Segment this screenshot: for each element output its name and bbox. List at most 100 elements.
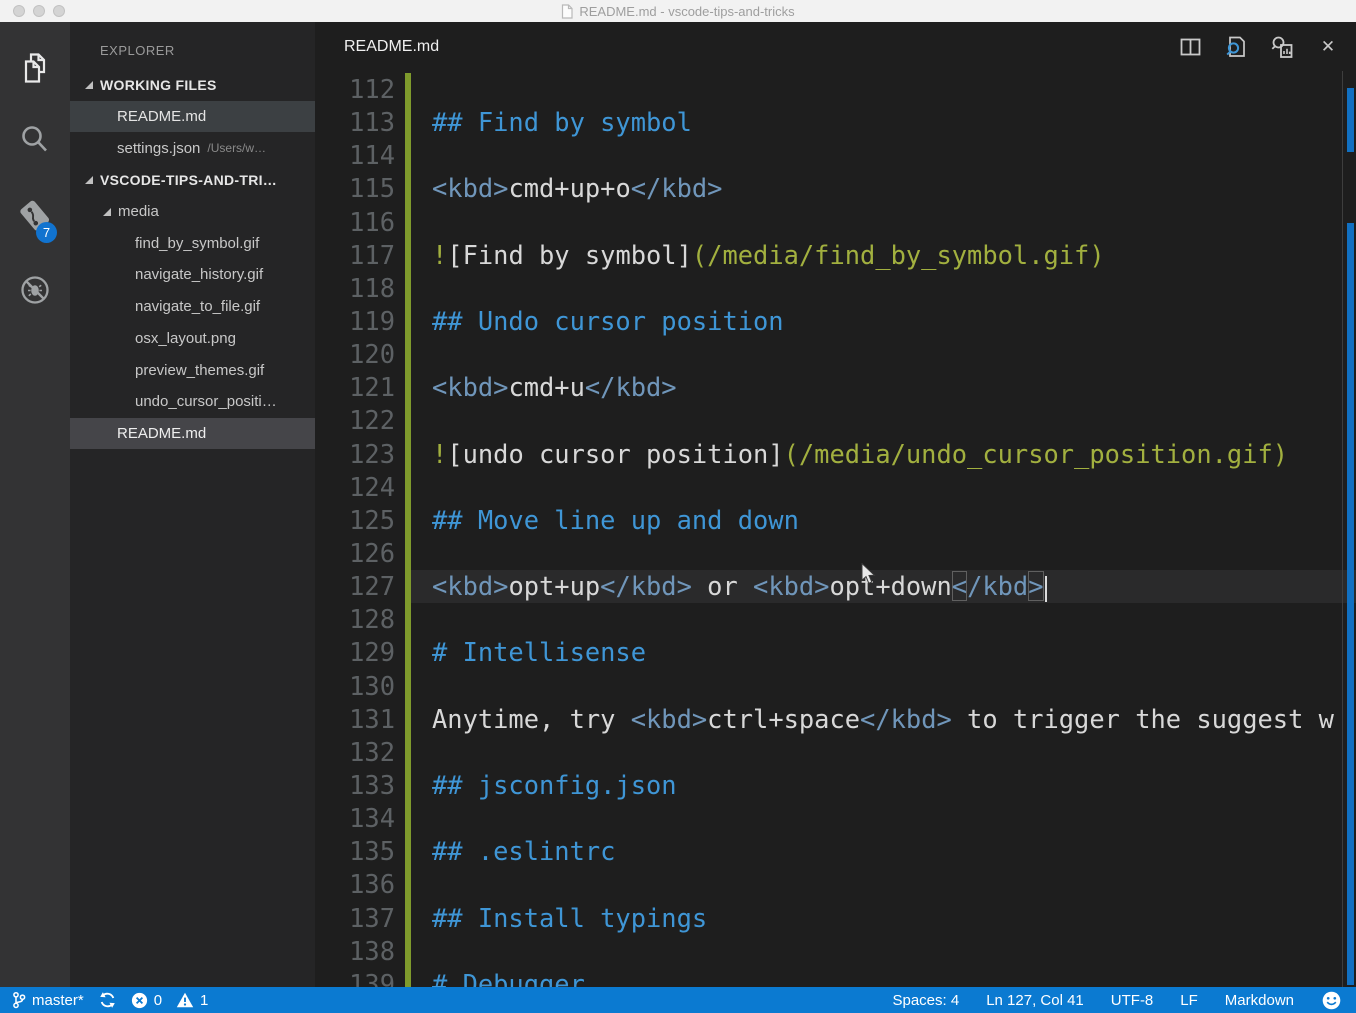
tree-item[interactable]: preview_themes.gif [70,354,315,386]
code-line[interactable]: 123![undo cursor position](/media/undo_c… [315,438,1356,471]
overview-ruler-decoration[interactable] [1347,88,1354,152]
overview-ruler-decoration[interactable] [1347,223,1354,985]
files-icon [18,51,52,85]
code-token: ## Move line up and down [432,505,799,535]
document-icon [561,4,573,19]
twistie-expanded-icon[interactable] [85,176,93,184]
activity-debug-button[interactable] [0,260,70,320]
cursor-position-status[interactable]: Ln 127, Col 41 [986,987,1084,1013]
code-token: # Intellisense [432,637,646,667]
code-line[interactable]: 114 [315,139,1356,172]
tree-item[interactable]: osx_layout.png [70,323,315,355]
code-line[interactable]: 120 [315,338,1356,371]
code-line[interactable]: 119## Undo cursor position [315,305,1356,338]
code-token: /kbd [967,571,1028,601]
warning-count[interactable]: 1 [176,987,208,1013]
warning-icon [176,992,194,1008]
tree-item[interactable]: settings.json/Users/w… [70,132,315,164]
eol-status[interactable]: LF [1180,987,1198,1013]
code-line-current[interactable]: 127<kbd>opt+up</kbd> or <kbd>opt+down</k… [315,570,1356,603]
sync-button[interactable] [98,987,117,1013]
tree-item[interactable]: navigate_to_file.gif [70,291,315,323]
activity-git-button[interactable]: 7 [0,186,70,246]
line-number: 121 [315,371,395,404]
indentation-status[interactable]: Spaces: 4 [892,987,959,1013]
code-line[interactable]: 113## Find by symbol [315,106,1356,139]
item-label: osx_layout.png [135,330,236,347]
tree-folder[interactable]: media [70,196,315,228]
tree-item[interactable]: README.md [70,418,315,450]
code-line[interactable]: 115<kbd>cmd+up+o</kbd> [315,172,1356,205]
section-header[interactable]: WORKING FILES [70,69,315,101]
git-branch-status[interactable]: master* [12,987,84,1013]
code-token: # Debugger [432,969,585,987]
vscode-window: { "window": { "title": "README.md - vsco… [0,0,1356,1013]
line-content: ## .eslintrc [411,835,1356,868]
code-line[interactable]: 128 [315,603,1356,636]
line-number: 135 [315,835,395,868]
code-line[interactable]: 117![Find by symbol](/media/find_by_symb… [315,239,1356,272]
close-icon[interactable]: ✕ [1316,35,1340,59]
preview-side-icon[interactable] [1270,35,1294,59]
line-content: Anytime, try <kbd>ctrl+space</kbd> to tr… [411,703,1356,736]
split-editor-icon[interactable] [1178,35,1202,59]
code-token: cmd+u [508,372,584,402]
code-line[interactable]: 116 [315,206,1356,239]
code-line[interactable]: 132 [315,736,1356,769]
encoding-status[interactable]: UTF-8 [1111,987,1154,1013]
zoom-window-button[interactable] [53,5,65,17]
code-line[interactable]: 133## jsconfig.json [315,769,1356,802]
line-content: <kbd>opt+up</kbd> or <kbd>opt+down</kbd> [411,570,1356,603]
code-line[interactable]: 130 [315,670,1356,703]
tree-item[interactable]: undo_cursor_positi… [70,386,315,418]
language-mode-status[interactable]: Markdown [1225,987,1294,1013]
code-line[interactable]: 136 [315,868,1356,901]
line-content: ## jsconfig.json [411,769,1356,802]
error-count[interactable]: 0 [131,987,162,1013]
code-line[interactable]: 126 [315,537,1356,570]
line-number: 126 [315,537,395,570]
line-number: 130 [315,670,395,703]
line-number: 116 [315,206,395,239]
code-line[interactable]: 112 [315,73,1356,106]
line-content: ## Move line up and down [411,504,1356,537]
tree-item[interactable]: README.md [70,101,315,133]
code-token: to trigger the suggest w [952,704,1334,734]
open-preview-icon[interactable] [1224,35,1248,59]
debug-icon [18,273,52,307]
code-token: (/media/undo_cursor_position.gif) [784,439,1288,469]
line-content: ## Install typings [411,902,1356,935]
line-number: 139 [315,968,395,987]
code-line[interactable]: 137## Install typings [315,902,1356,935]
code-area[interactable]: 112113## Find by symbol114115<kbd>cmd+up… [315,73,1356,987]
code-line[interactable]: 135 ## .eslintrc [315,835,1356,868]
code-line[interactable]: 131 Anytime, try <kbd>ctrl+space</kbd> to… [315,703,1356,736]
line-number: 131 [315,703,395,736]
item-label: README.md [117,425,206,442]
code-line[interactable]: 122 [315,404,1356,437]
feedback-smiley-icon[interactable] [1321,987,1342,1013]
activity-search-button[interactable] [0,110,70,170]
code-token: ctrl+space [707,704,860,734]
tab-bar: README.md [315,22,1356,72]
code-line[interactable]: 118 [315,272,1356,305]
code-line[interactable]: 134 [315,802,1356,835]
activity-explorer-button[interactable] [0,38,70,98]
code-line[interactable]: 139 # Debugger [315,968,1356,987]
code-line[interactable]: 125## Move line up and down [315,504,1356,537]
twistie-expanded-icon[interactable] [85,81,93,89]
window-title: README.md - vscode-tips-and-tricks [561,4,794,19]
code-token: <kbd> [432,571,508,601]
code-line[interactable]: 138 [315,935,1356,968]
code-line[interactable]: 124 [315,471,1356,504]
twistie-expanded-icon[interactable] [103,208,111,216]
section-header[interactable]: VSCODE-TIPS-AND-TRI… [70,164,315,196]
tab-readme[interactable]: README.md [344,38,439,56]
close-window-button[interactable] [13,5,25,17]
window-title-text: README.md - vscode-tips-and-tricks [579,4,794,19]
minimize-window-button[interactable] [33,5,45,17]
code-line[interactable]: 129# Intellisense [315,636,1356,669]
tree-item[interactable]: find_by_symbol.gif [70,227,315,259]
code-line[interactable]: 121<kbd>cmd+u</kbd> [315,371,1356,404]
tree-item[interactable]: navigate_history.gif [70,259,315,291]
